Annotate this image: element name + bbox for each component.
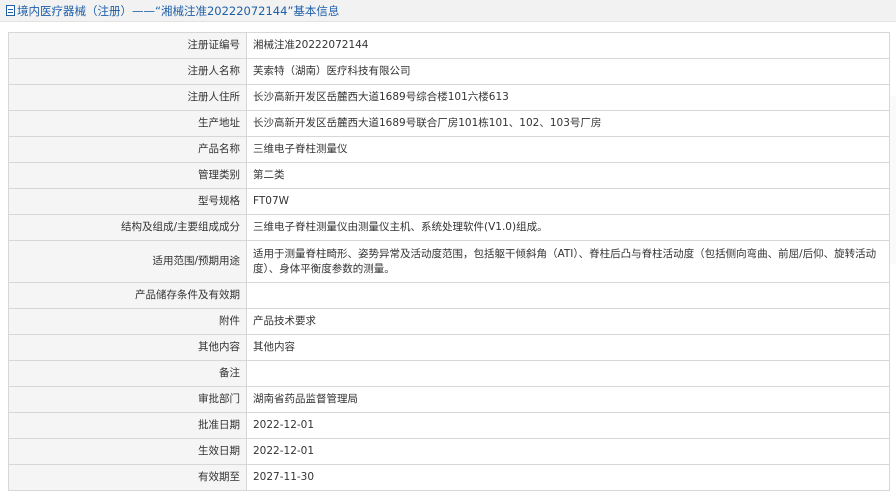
row-value: 产品技术要求 bbox=[246, 308, 890, 335]
row-value: 长沙高新开发区岳麓西大道1689号联合厂房101栋101、102、103号厂房 bbox=[246, 110, 890, 137]
row-label: 批准日期 bbox=[8, 412, 247, 439]
row-label: 管理类别 bbox=[8, 162, 247, 189]
row-value: 第二类 bbox=[246, 162, 890, 189]
row-value: 2022-12-01 bbox=[246, 412, 890, 439]
row-value: 2027-11-30 bbox=[246, 464, 890, 491]
table-row: 型号规格 FT07W bbox=[8, 188, 890, 215]
table-row: 注册人住所 长沙高新开发区岳麓西大道1689号综合楼101六楼613 bbox=[8, 84, 890, 111]
row-label: 注册证编号 bbox=[8, 32, 247, 59]
table-row: 生产地址 长沙高新开发区岳麓西大道1689号联合厂房101栋101、102、10… bbox=[8, 110, 890, 137]
row-label: 适用范围/预期用途 bbox=[8, 240, 247, 283]
table-row: 有效期至 2027-11-30 bbox=[8, 464, 890, 491]
row-value bbox=[246, 282, 890, 309]
row-label: 其他内容 bbox=[8, 334, 247, 361]
row-value: 三维电子脊柱测量仪由测量仪主机、系统处理软件(V1.0)组成。 bbox=[246, 214, 890, 241]
scrollbar[interactable] bbox=[889, 96, 896, 264]
row-label: 附件 bbox=[8, 308, 247, 335]
row-value bbox=[246, 360, 890, 387]
row-label: 产品储存条件及有效期 bbox=[8, 282, 247, 309]
row-label: 生效日期 bbox=[8, 438, 247, 465]
table-row: 适用范围/预期用途 适用于测量脊柱畸形、姿势异常及活动度范围，包括躯干倾斜角（A… bbox=[8, 240, 890, 283]
info-table: 注册证编号 湘械注准20222072144 注册人名称 芙索特（湖南）医疗科技有… bbox=[8, 32, 890, 491]
row-value: 湖南省药品监督管理局 bbox=[246, 386, 890, 413]
table-row: 生效日期 2022-12-01 bbox=[8, 438, 890, 465]
table-row: 产品储存条件及有效期 bbox=[8, 282, 890, 309]
row-label: 备注 bbox=[8, 360, 247, 387]
document-icon bbox=[6, 5, 15, 16]
table-row: 审批部门 湖南省药品监督管理局 bbox=[8, 386, 890, 413]
table-row: 其他内容 其他内容 bbox=[8, 334, 890, 361]
table-row: 批准日期 2022-12-01 bbox=[8, 412, 890, 439]
row-value: 适用于测量脊柱畸形、姿势异常及活动度范围，包括躯干倾斜角（ATI）、脊柱后凸与脊… bbox=[246, 240, 890, 283]
table-row: 产品名称 三维电子脊柱测量仪 bbox=[8, 136, 890, 163]
row-label: 生产地址 bbox=[8, 110, 247, 137]
page-title-bar: 境内医疗器械（注册）——“湘械注准20222072144”基本信息 bbox=[0, 0, 896, 22]
row-value: 其他内容 bbox=[246, 334, 890, 361]
table-row: 备注 bbox=[8, 360, 890, 387]
page-title: 境内医疗器械（注册）——“湘械注准20222072144”基本信息 bbox=[17, 3, 340, 18]
row-label: 型号规格 bbox=[8, 188, 247, 215]
table-row: 附件 产品技术要求 bbox=[8, 308, 890, 335]
row-label: 审批部门 bbox=[8, 386, 247, 413]
row-value: 2022-12-01 bbox=[246, 438, 890, 465]
table-row: 结构及组成/主要组成成分 三维电子脊柱测量仪由测量仪主机、系统处理软件(V1.0… bbox=[8, 214, 890, 241]
table-row: 注册人名称 芙索特（湖南）医疗科技有限公司 bbox=[8, 58, 890, 85]
row-value: FT07W bbox=[246, 188, 890, 215]
table-row: 管理类别 第二类 bbox=[8, 162, 890, 189]
row-value: 长沙高新开发区岳麓西大道1689号综合楼101六楼613 bbox=[246, 84, 890, 111]
row-label: 注册人住所 bbox=[8, 84, 247, 111]
row-label: 结构及组成/主要组成成分 bbox=[8, 214, 247, 241]
row-label: 注册人名称 bbox=[8, 58, 247, 85]
row-value: 芙索特（湖南）医疗科技有限公司 bbox=[246, 58, 890, 85]
row-value: 三维电子脊柱测量仪 bbox=[246, 136, 890, 163]
table-row: 注册证编号 湘械注准20222072144 bbox=[8, 32, 890, 59]
row-label: 有效期至 bbox=[8, 464, 247, 491]
row-label: 产品名称 bbox=[8, 136, 247, 163]
row-value: 湘械注准20222072144 bbox=[246, 32, 890, 59]
